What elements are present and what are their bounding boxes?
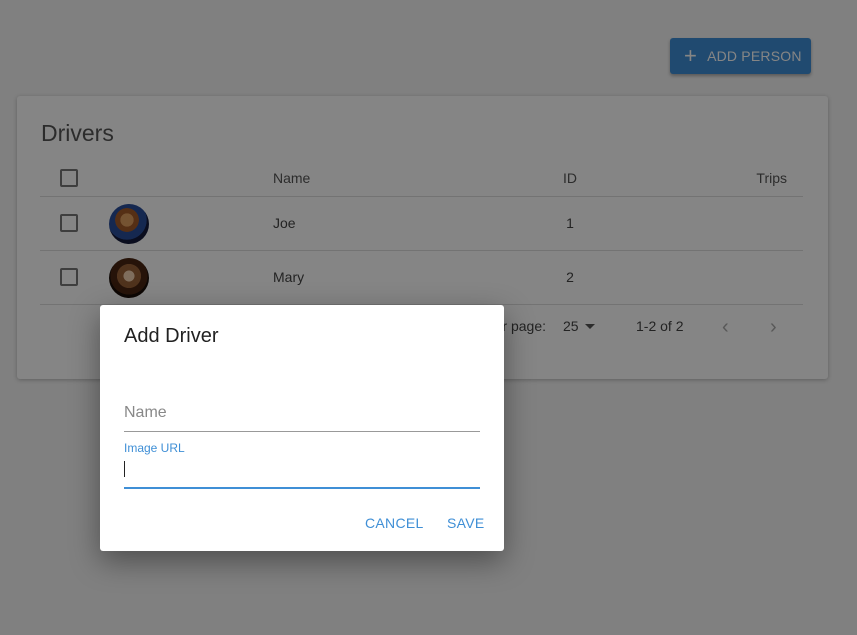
dialog-title: Add Driver [124, 325, 219, 347]
text-cursor [124, 461, 125, 477]
cancel-button[interactable]: CANCEL [365, 515, 424, 531]
name-placeholder: Name [124, 404, 167, 421]
add-driver-dialog: Add Driver Name Image URL CANCEL SAVE [100, 305, 504, 551]
image-url-field[interactable]: Image URL [124, 441, 480, 489]
name-field[interactable]: Name [124, 401, 480, 432]
save-button[interactable]: SAVE [447, 515, 485, 531]
image-url-label: Image URL [124, 441, 185, 455]
